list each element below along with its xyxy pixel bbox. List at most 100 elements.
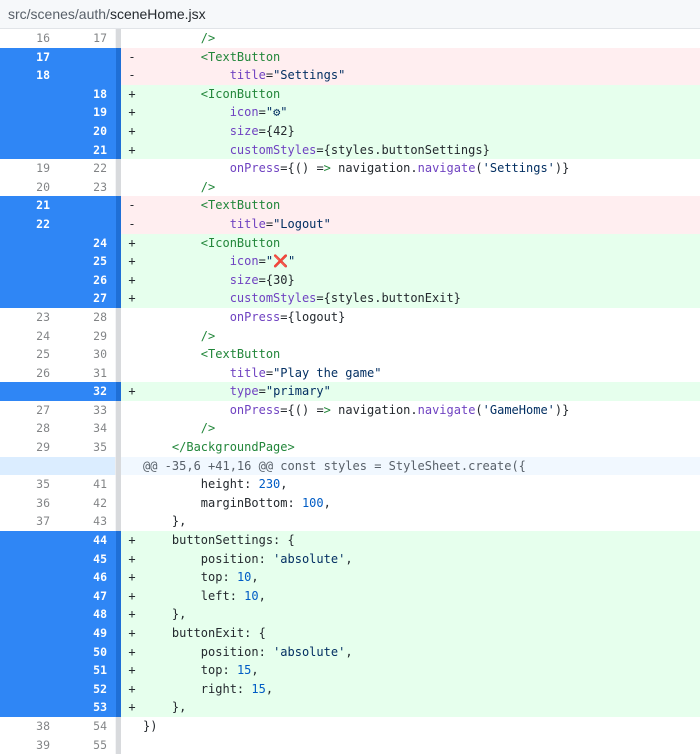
code-text: top: 10,	[143, 568, 700, 587]
old-line-number[interactable]	[0, 642, 58, 662]
line-marker	[121, 307, 143, 327]
new-line-number[interactable]: 45	[58, 549, 116, 569]
diff-line: 18 - title="Settings"	[0, 66, 700, 85]
old-line-number[interactable]	[0, 531, 58, 550]
old-line-number[interactable]	[0, 568, 58, 587]
old-line-number[interactable]	[0, 624, 58, 643]
old-line-number[interactable]	[0, 270, 58, 290]
old-line-number[interactable]: 38	[0, 717, 58, 736]
old-line-number[interactable]: 26	[0, 364, 58, 383]
new-line-number[interactable]	[58, 66, 116, 85]
addition-marker: +	[121, 121, 143, 141]
old-line-number[interactable]: 29	[0, 438, 58, 457]
old-line-number[interactable]: 35	[0, 475, 58, 494]
old-line-number[interactable]: 21	[0, 196, 58, 215]
new-line-number[interactable]: 55	[58, 735, 116, 754]
new-line-number[interactable]: 21	[58, 140, 116, 160]
code-text: size={30}	[143, 270, 700, 290]
line-marker	[121, 177, 143, 197]
new-line-number[interactable]: 28	[58, 307, 116, 327]
old-line-number[interactable]	[0, 84, 58, 104]
new-line-number[interactable]	[58, 47, 116, 67]
new-line-number[interactable]: 53	[58, 698, 116, 717]
new-line-number[interactable]: 24	[58, 233, 116, 253]
addition-marker: +	[121, 84, 143, 104]
old-line-number[interactable]: 22	[0, 214, 58, 234]
line-marker	[121, 512, 143, 532]
old-line-number[interactable]	[0, 456, 58, 476]
old-line-number[interactable]: 20	[0, 178, 58, 197]
new-line-number[interactable]: 42	[58, 493, 116, 513]
new-line-number[interactable]: 19	[58, 103, 116, 122]
old-line-number[interactable]: 17	[0, 47, 58, 67]
new-line-number[interactable]: 20	[58, 121, 116, 141]
new-line-number[interactable]: 46	[58, 568, 116, 587]
old-line-number[interactable]: 16	[0, 29, 58, 48]
file-path[interactable]: src/scenes/auth/	[8, 6, 110, 22]
old-line-number[interactable]	[0, 549, 58, 569]
old-line-number[interactable]: 23	[0, 308, 58, 327]
deletion-marker: -	[121, 66, 143, 85]
line-marker	[121, 438, 143, 457]
new-line-number[interactable]: 30	[58, 345, 116, 364]
old-line-number[interactable]: 25	[0, 345, 58, 364]
new-line-number[interactable]: 18	[58, 84, 116, 104]
old-line-number[interactable]	[0, 586, 58, 606]
new-line-number[interactable]: 33	[58, 400, 116, 420]
new-line-number[interactable]: 48	[58, 605, 116, 624]
new-line-number[interactable]	[58, 214, 116, 234]
file-name[interactable]: sceneHome.jsx	[110, 6, 206, 22]
old-line-number[interactable]	[0, 252, 58, 271]
code-text: customStyles={styles.buttonExit}	[143, 289, 700, 308]
new-line-number[interactable]: 52	[58, 679, 116, 699]
old-line-number[interactable]: 27	[0, 401, 58, 420]
new-line-number[interactable]: 32	[58, 382, 116, 401]
new-line-number[interactable]	[58, 456, 116, 476]
new-line-number[interactable]	[58, 196, 116, 215]
new-line-number[interactable]: 17	[58, 29, 116, 48]
new-line-number[interactable]: 41	[58, 475, 116, 494]
old-line-number[interactable]: 19	[0, 159, 58, 178]
diff-line: 20 + size={42}	[0, 121, 700, 141]
old-line-number[interactable]	[0, 382, 58, 401]
diff-line: 17 - <TextButton	[0, 47, 700, 67]
old-line-number[interactable]	[0, 698, 58, 717]
old-line-number[interactable]: 37	[0, 512, 58, 531]
new-line-number[interactable]: 31	[58, 363, 116, 383]
diff-line: 44 + buttonSettings: {	[0, 531, 700, 550]
addition-marker: +	[121, 270, 143, 290]
old-line-number[interactable]	[0, 605, 58, 624]
old-line-number[interactable]	[0, 233, 58, 253]
new-line-number[interactable]: 50	[58, 642, 116, 662]
new-line-number[interactable]: 29	[58, 326, 116, 346]
old-line-number[interactable]: 18	[0, 66, 58, 85]
old-line-number[interactable]	[0, 661, 58, 680]
new-line-number[interactable]: 27	[58, 289, 116, 308]
new-line-number[interactable]: 49	[58, 624, 116, 643]
addition-marker: +	[121, 233, 143, 253]
old-line-number[interactable]	[0, 121, 58, 141]
new-line-number[interactable]: 35	[58, 438, 116, 457]
new-line-number[interactable]: 23	[58, 177, 116, 197]
new-line-number[interactable]: 54	[58, 716, 116, 736]
old-line-number[interactable]	[0, 289, 58, 308]
addition-marker: +	[121, 382, 143, 401]
addition-marker: +	[121, 252, 143, 271]
old-line-number[interactable]: 24	[0, 327, 58, 346]
old-line-number[interactable]	[0, 103, 58, 122]
old-line-number[interactable]	[0, 140, 58, 160]
old-line-number[interactable]: 28	[0, 419, 58, 438]
code-text: right: 15,	[143, 679, 700, 699]
new-line-number[interactable]: 44	[58, 531, 116, 550]
code-text: />	[143, 326, 700, 346]
new-line-number[interactable]: 25	[58, 252, 116, 271]
new-line-number[interactable]: 34	[58, 419, 116, 439]
new-line-number[interactable]: 43	[58, 512, 116, 532]
new-line-number[interactable]: 22	[58, 159, 116, 178]
old-line-number[interactable]: 36	[0, 494, 58, 513]
old-line-number[interactable]	[0, 679, 58, 699]
new-line-number[interactable]: 26	[58, 270, 116, 290]
old-line-number[interactable]: 39	[0, 736, 58, 754]
new-line-number[interactable]: 51	[58, 661, 116, 680]
new-line-number[interactable]: 47	[58, 586, 116, 606]
